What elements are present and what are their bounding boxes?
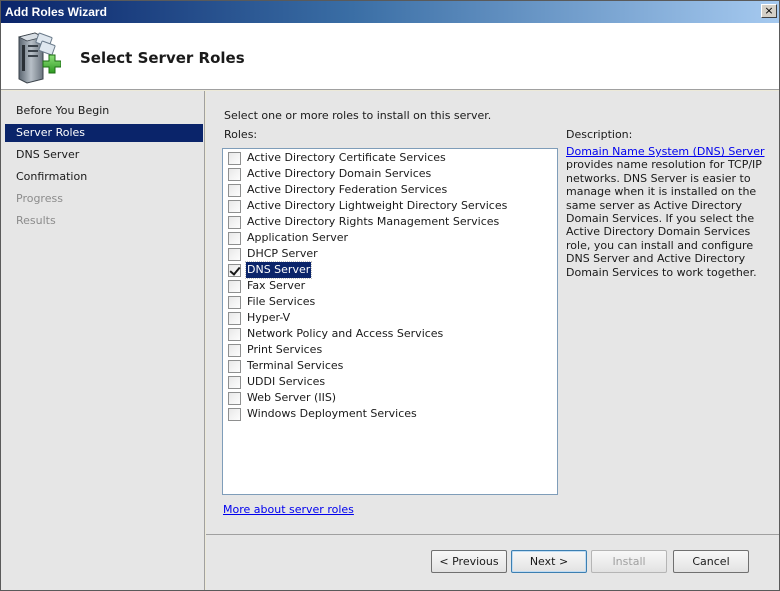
role-checkbox[interactable] xyxy=(228,344,241,357)
role-checkbox[interactable] xyxy=(228,280,241,293)
role-label[interactable]: Terminal Services xyxy=(246,358,344,374)
role-checkbox[interactable] xyxy=(228,408,241,421)
nav-step-progress: Progress xyxy=(16,192,63,205)
main-content: Select one or more roles to install on t… xyxy=(206,91,779,534)
role-item[interactable]: Hyper-V xyxy=(223,310,553,326)
close-button[interactable]: × xyxy=(761,4,777,18)
role-item[interactable]: Application Server xyxy=(223,230,553,246)
next-button[interactable]: Next > xyxy=(511,550,587,573)
role-item[interactable]: Fax Server xyxy=(223,278,553,294)
previous-button[interactable]: < Previous xyxy=(431,550,507,573)
role-checkbox[interactable] xyxy=(228,152,241,165)
role-checkbox[interactable] xyxy=(228,184,241,197)
instruction-text: Select one or more roles to install on t… xyxy=(224,109,492,122)
title-bar[interactable]: Add Roles Wizard × xyxy=(1,1,779,23)
role-label[interactable]: Active Directory Rights Management Servi… xyxy=(246,214,500,230)
role-checkbox[interactable] xyxy=(228,360,241,373)
nav-step-confirmation[interactable]: Confirmation xyxy=(5,168,203,186)
role-label[interactable]: Application Server xyxy=(246,230,349,246)
server-add-icon xyxy=(13,29,62,85)
role-checkbox[interactable] xyxy=(228,376,241,389)
role-item[interactable]: UDDI Services xyxy=(223,374,553,390)
role-checkbox[interactable] xyxy=(228,216,241,229)
role-checkbox[interactable] xyxy=(228,296,241,309)
role-item[interactable]: Active Directory Certificate Services xyxy=(223,150,553,166)
role-label[interactable]: Fax Server xyxy=(246,278,306,294)
window-title: Add Roles Wizard xyxy=(5,5,107,19)
role-item[interactable]: Active Directory Lightweight Directory S… xyxy=(223,198,553,214)
role-label[interactable]: Web Server (IIS) xyxy=(246,390,337,406)
role-item[interactable]: Windows Deployment Services xyxy=(223,406,553,422)
roles-list[interactable]: Active Directory Certificate Services Ac… xyxy=(222,148,558,495)
description-text: Domain Name System (DNS) Server provides… xyxy=(566,145,766,279)
role-item[interactable]: Terminal Services xyxy=(223,358,553,374)
role-label[interactable]: UDDI Services xyxy=(246,374,326,390)
role-label[interactable]: Active Directory Federation Services xyxy=(246,182,448,198)
role-item[interactable]: File Services xyxy=(223,294,553,310)
role-item[interactable]: Active Directory Rights Management Servi… xyxy=(223,214,553,230)
nav-step-server-roles[interactable]: Server Roles xyxy=(5,124,203,142)
role-item[interactable]: Web Server (IIS) xyxy=(223,390,553,406)
wizard-steps-sidebar: Before You Begin Server Roles DNS Server… xyxy=(1,91,205,590)
role-label[interactable]: Windows Deployment Services xyxy=(246,406,418,422)
role-checkbox[interactable] xyxy=(228,200,241,213)
nav-step-before-you-begin[interactable]: Before You Begin xyxy=(5,102,203,120)
role-checkbox[interactable] xyxy=(228,232,241,245)
role-item[interactable]: Active Directory Domain Services xyxy=(223,166,553,182)
role-item[interactable]: Network Policy and Access Services xyxy=(223,326,553,342)
description-body: provides name resolution for TCP/IP netw… xyxy=(566,158,762,279)
nav-step-results: Results xyxy=(16,214,56,227)
role-label[interactable]: Active Directory Certificate Services xyxy=(246,150,447,166)
role-label[interactable]: DHCP Server xyxy=(246,246,319,262)
role-checkbox-checked[interactable] xyxy=(228,264,241,277)
add-roles-wizard-window: Add Roles Wizard × Select Server Roles B… xyxy=(0,0,780,591)
role-checkbox[interactable] xyxy=(228,392,241,405)
role-checkbox[interactable] xyxy=(228,328,241,341)
role-label[interactable]: Active Directory Lightweight Directory S… xyxy=(246,198,508,214)
nav-step-dns-server[interactable]: DNS Server xyxy=(5,146,203,164)
role-label[interactable]: Network Policy and Access Services xyxy=(246,326,444,342)
role-checkbox[interactable] xyxy=(228,168,241,181)
wizard-header: Select Server Roles xyxy=(1,23,779,90)
role-item[interactable]: DHCP Server xyxy=(223,246,553,262)
description-label: Description: xyxy=(566,128,633,141)
install-button: Install xyxy=(591,550,667,573)
dns-server-help-link[interactable]: Domain Name System (DNS) Server xyxy=(566,145,764,158)
role-label-selected[interactable]: DNS Server xyxy=(244,261,313,279)
role-checkbox[interactable] xyxy=(228,312,241,325)
role-label[interactable]: Print Services xyxy=(246,342,323,358)
more-about-server-roles-link[interactable]: More about server roles xyxy=(223,503,354,516)
role-checkbox[interactable] xyxy=(228,248,241,261)
role-item[interactable]: Active Directory Federation Services xyxy=(223,182,553,198)
role-label[interactable]: File Services xyxy=(246,294,316,310)
close-icon: × xyxy=(764,4,774,17)
cancel-button[interactable]: Cancel xyxy=(673,550,749,573)
role-item-dns-server[interactable]: DNS Server xyxy=(223,261,553,279)
role-item[interactable]: Print Services xyxy=(223,342,553,358)
role-label[interactable]: Hyper-V xyxy=(246,310,291,326)
role-label[interactable]: Active Directory Domain Services xyxy=(246,166,432,182)
page-title: Select Server Roles xyxy=(80,49,245,67)
wizard-footer: < Previous Next > Install Cancel xyxy=(206,534,779,590)
roles-label: Roles: xyxy=(224,128,258,141)
